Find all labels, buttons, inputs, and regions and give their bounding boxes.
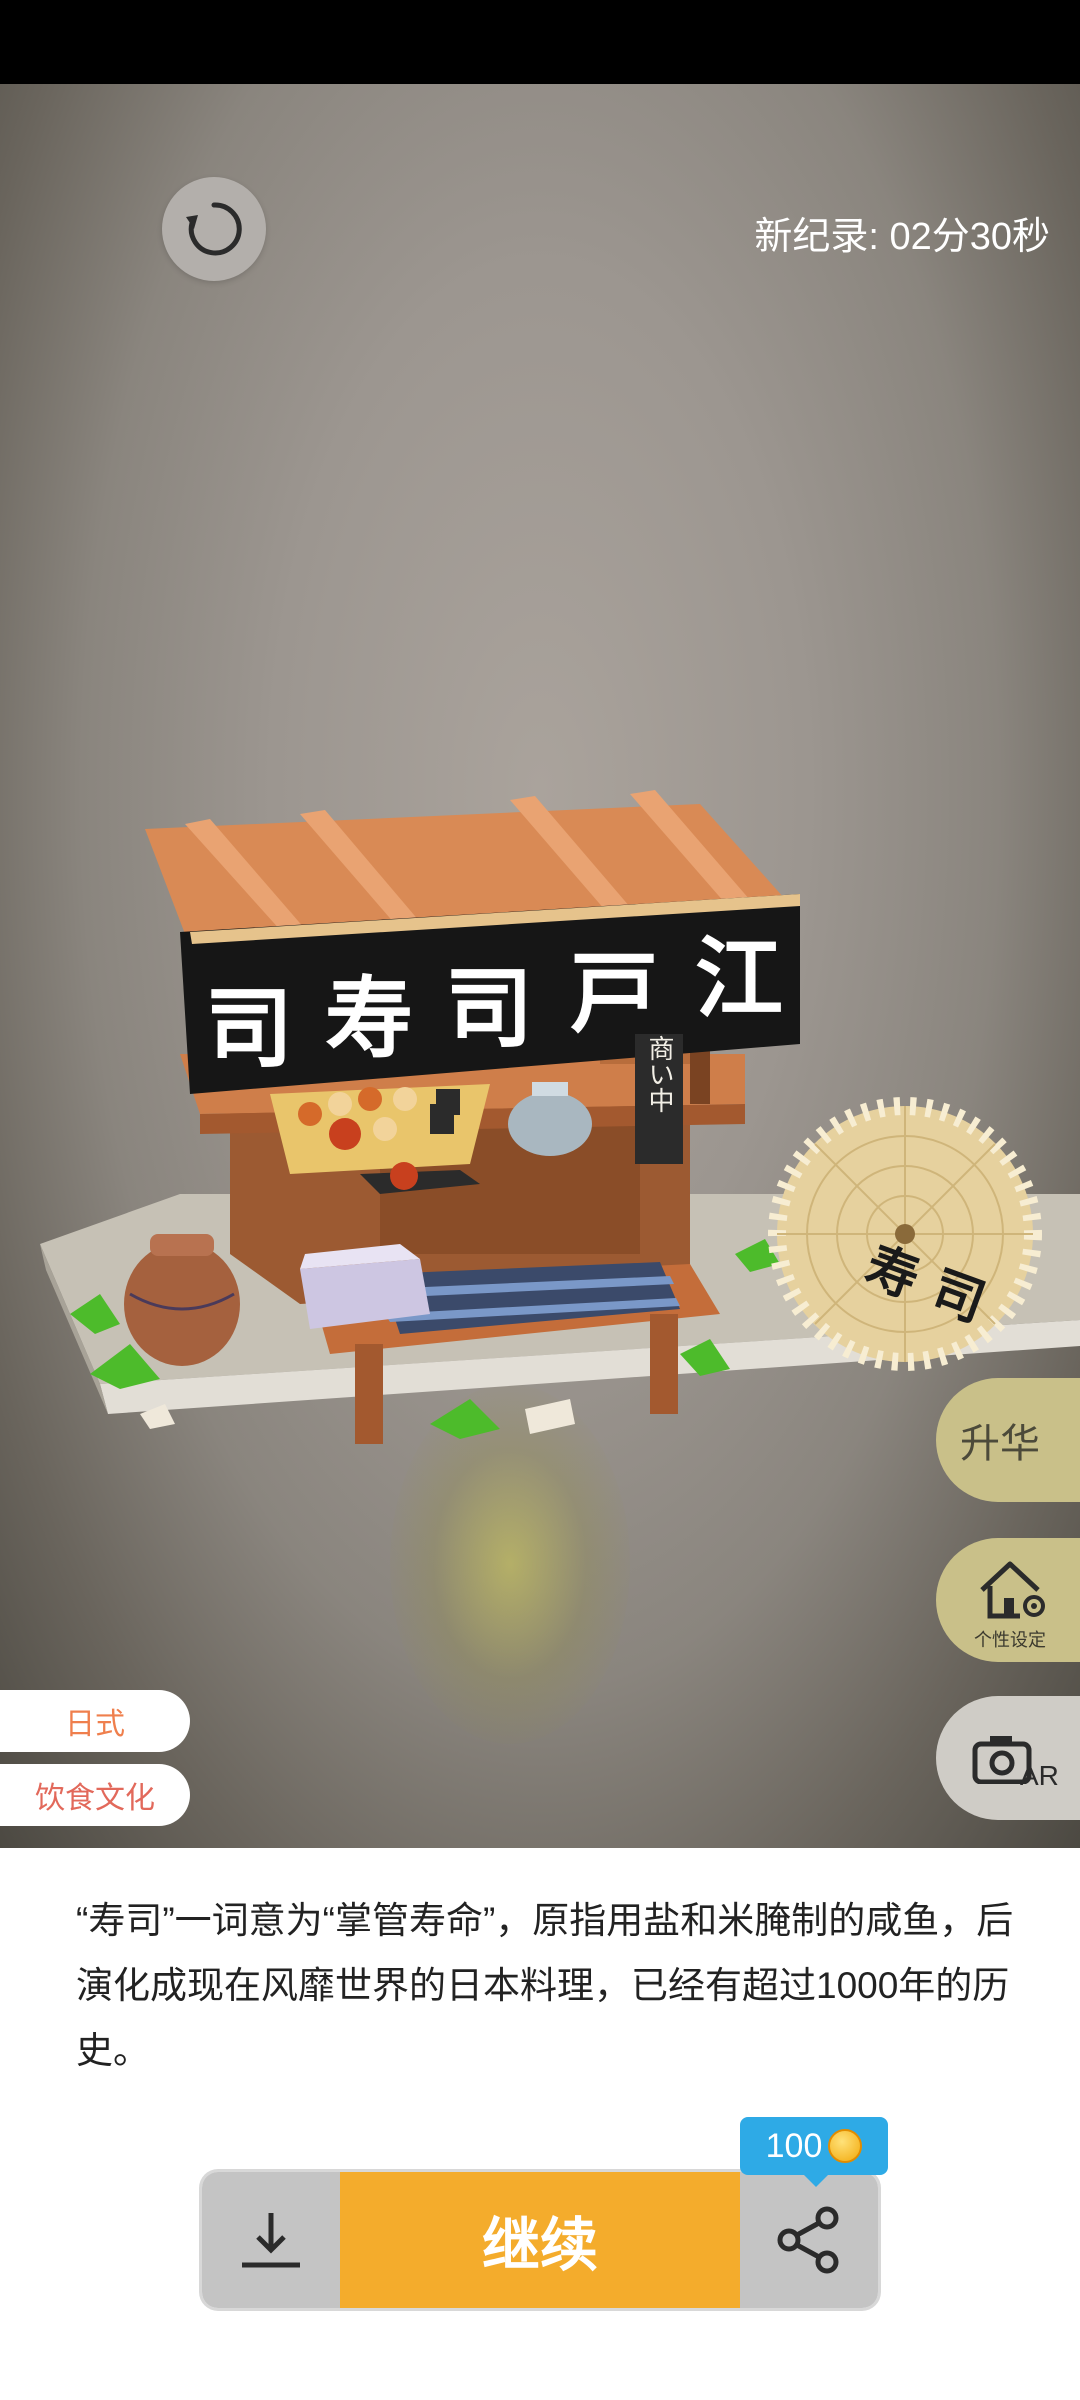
restart-button[interactable] [162, 177, 266, 281]
ar-camera-button[interactable]: AR [936, 1696, 1080, 1820]
noren-char-4: 戸 [570, 941, 658, 1045]
download-button[interactable] [202, 2172, 340, 2308]
menu-sign-text: 商い中 [644, 1035, 674, 1113]
game-scene: 司 寿 司 戸 江 商い中 寿 司 [0, 84, 1080, 1848]
continue-button[interactable]: 继续 [340, 2172, 740, 2308]
customize-label: 个性设定 [974, 1630, 1046, 1651]
upgrade-button[interactable]: 升华 [936, 1378, 1080, 1502]
coin-reward-badge: 100 [740, 2117, 888, 2187]
ar-label: AR [1020, 1760, 1059, 1791]
refresh-icon [186, 202, 242, 256]
category-tag: 饮食文化 [0, 1764, 190, 1826]
coin-count: 100 [765, 2126, 823, 2165]
customize-button[interactable]: 个性设定 [936, 1538, 1080, 1662]
teapot [508, 1092, 592, 1156]
share-icon [777, 2206, 839, 2274]
record-time: 新纪录: 02分30秒 [754, 216, 1050, 258]
coin-icon [828, 2129, 863, 2163]
description-text: “寿司”一词意为“掌管寿命”，原指用盐和米腌制的咸鱼，后演化成现在风靡世界的日本… [76, 1900, 1014, 2071]
action-bar: 继续 [202, 2172, 878, 2308]
download-icon [242, 2213, 300, 2268]
noren-char-2: 寿 [325, 966, 413, 1070]
paper-umbrella[interactable]: 寿 司 [768, 1097, 1042, 1371]
upgrade-label: 升华 [960, 1421, 1040, 1467]
noren-char-3: 司 [445, 956, 533, 1060]
status-bar [0, 0, 1080, 84]
sushi-stall-model[interactable]: 司 寿 司 戸 江 商い中 寿 司 [0, 84, 1080, 1848]
style-tag: 日式 [0, 1690, 190, 1752]
noren-char-1: 司 [205, 976, 293, 1080]
share-button[interactable] [740, 2172, 878, 2308]
clay-jar [124, 1242, 240, 1366]
house-gear-icon [980, 1561, 1045, 1619]
noren-char-5: 江 [695, 926, 783, 1030]
